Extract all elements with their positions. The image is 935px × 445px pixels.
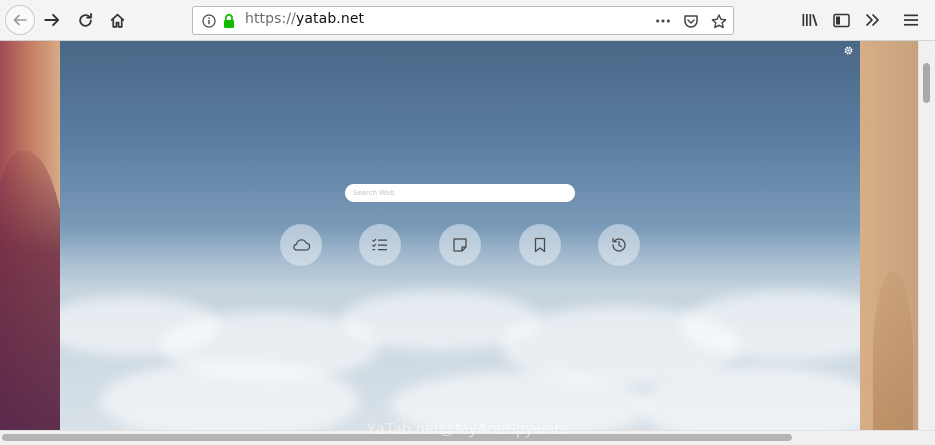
home-icon — [110, 13, 124, 28]
tile-todo[interactable] — [359, 224, 401, 266]
tile-bookmarks[interactable] — [519, 224, 561, 266]
background-tree-right — [873, 271, 913, 430]
page-content — [0, 41, 918, 430]
home-button[interactable] — [103, 6, 131, 34]
tile-notes[interactable] — [439, 224, 481, 266]
history-clock-icon — [612, 237, 626, 252]
sky-background — [60, 41, 860, 430]
sidebar-icon — [832, 13, 850, 27]
back-button[interactable] — [5, 5, 35, 35]
watermark-text: YaTab.net@MyAntiSpyware — [366, 421, 569, 438]
search-input[interactable] — [345, 184, 575, 202]
info-icon[interactable] — [201, 13, 217, 29]
tile-history[interactable] — [598, 224, 640, 266]
sidebar-button[interactable] — [827, 6, 855, 34]
star-icon[interactable] — [711, 13, 727, 29]
menu-button[interactable] — [897, 6, 925, 34]
weather-cloud-icon — [293, 239, 311, 251]
quick-tiles — [280, 224, 640, 266]
more-dots-icon[interactable] — [655, 13, 671, 29]
vertical-scrollbar[interactable] — [918, 41, 935, 430]
library-icon — [802, 14, 818, 27]
hamburger-menu-icon — [904, 14, 918, 26]
pocket-icon[interactable] — [683, 13, 699, 29]
lock-icon[interactable] — [221, 13, 237, 29]
tile-weather[interactable] — [280, 224, 322, 266]
reload-button[interactable] — [71, 6, 99, 34]
address-bar[interactable]: https://yatab.net — [192, 6, 734, 35]
reload-icon — [78, 12, 92, 27]
url-host: yatab.net — [295, 11, 365, 27]
back-arrow-icon — [13, 14, 27, 26]
url-text[interactable]: https://yatab.net — [245, 11, 364, 27]
bookmark-icon — [534, 237, 546, 253]
todo-checklist-icon — [372, 238, 387, 251]
gear-icon[interactable] — [842, 45, 854, 57]
url-scheme: https:// — [245, 11, 296, 27]
chevron-double-right-icon — [866, 14, 879, 26]
vertical-scrollbar-thumb[interactable] — [923, 63, 930, 103]
forward-button[interactable] — [38, 6, 66, 34]
forward-arrow-icon — [44, 13, 60, 27]
overflow-button[interactable] — [859, 6, 887, 34]
notes-icon — [453, 238, 467, 252]
browser-toolbar: https://yatab.net — [0, 0, 935, 41]
library-button[interactable] — [796, 6, 824, 34]
